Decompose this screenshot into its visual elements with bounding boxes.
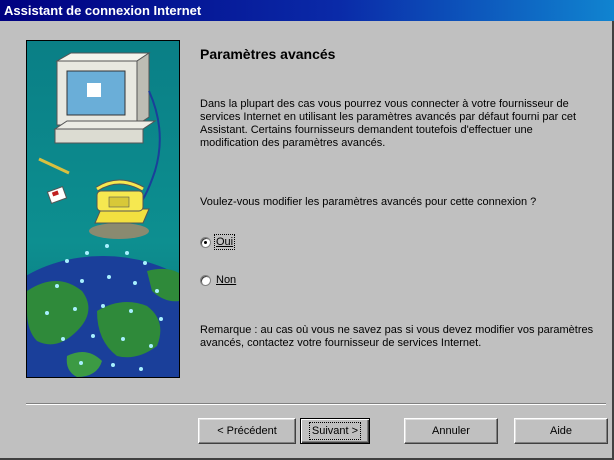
question-text: Voulez-vous modifier les paramètres avan… [200,196,537,208]
help-button[interactable]: Aide [514,418,608,444]
wizard-illustration [26,40,180,378]
page-title: Paramètres avancés [200,46,336,62]
description-text: Dans la plupart des cas vous pourrez vou… [200,98,577,149]
next-button[interactable]: Suivant > [300,418,370,444]
cancel-button-label: Annuler [432,425,470,437]
cancel-button[interactable]: Annuler [404,418,498,444]
radio-option-oui[interactable]: Oui [200,234,236,250]
back-button[interactable]: < Précédent [198,418,296,444]
separator [26,403,606,405]
radio-button-oui[interactable] [200,236,211,248]
radio-label-oui[interactable]: Oui [213,234,236,250]
radio-label-non[interactable]: Non [216,274,236,286]
title-bar[interactable]: Assistant de connexion Internet [0,0,614,21]
help-button-label: Aide [549,425,573,437]
next-button-label: Suivant > [308,422,362,440]
wizard-window: Assistant de connexion Internet Paramètr… [0,0,614,460]
radio-option-non[interactable]: Non [200,274,236,286]
back-button-label: < Précédent [217,425,277,437]
note-text: Remarque : au cas où vous ne savez pas s… [200,324,594,349]
window-title: Assistant de connexion Internet [4,3,202,18]
computer-phone-globe-icon [27,41,179,377]
radio-button-non[interactable] [200,274,211,286]
